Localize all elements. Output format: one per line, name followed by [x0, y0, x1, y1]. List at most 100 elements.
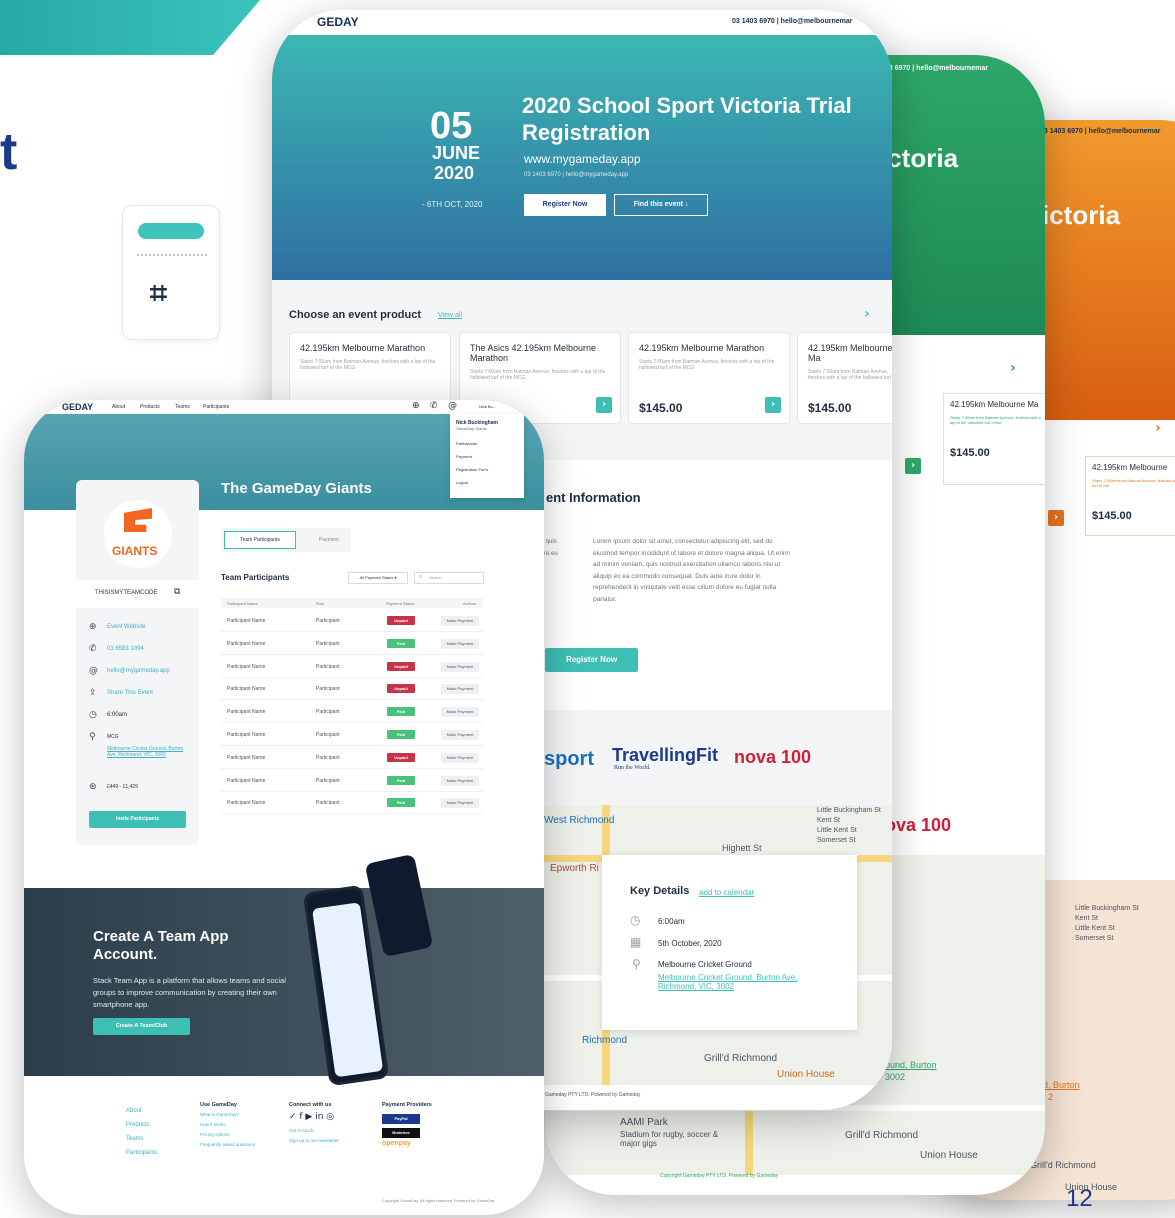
- copy-icon[interactable]: ⧉: [174, 587, 180, 597]
- nav-teams[interactable]: Teams: [175, 404, 190, 410]
- product-card-4[interactable]: 42.195km Melbourne Ma Starts 7:00am from…: [797, 332, 892, 424]
- footer-link[interactable]: Products: [126, 1118, 157, 1132]
- green-contact: 03 6970 | hello@melbournemar: [885, 65, 988, 72]
- main-contact: 03 1403 6970 | hello@melbournemar: [732, 18, 853, 25]
- footer-link[interactable]: Pricing options: [200, 1130, 255, 1140]
- footer-col-1: About Products Teams Participants: [126, 1104, 157, 1160]
- register-button[interactable]: Register Now: [524, 194, 606, 216]
- team-code[interactable]: THISISMYTEAMCODE: [95, 590, 157, 596]
- make-payment-button[interactable]: Make Payment: [441, 707, 479, 718]
- make-payment-button[interactable]: Make Payment: [441, 752, 479, 763]
- payment-status-filter[interactable]: All Payment Status ▾: [348, 572, 408, 584]
- table-row: Participant Name Participant Unpaid Make Pa…: [221, 678, 483, 701]
- venue-address-link[interactable]: Melbourne Cricket Ground, Burton Ave, Ri…: [658, 973, 808, 991]
- make-payment-button[interactable]: Make Payment: [441, 798, 479, 809]
- footer-link[interactable]: Frequently asked questions: [200, 1140, 255, 1150]
- event-url[interactable]: www.mygameday.app: [524, 152, 641, 166]
- nav-about[interactable]: About: [112, 404, 125, 410]
- openpay-logo: openpay: [382, 1140, 411, 1147]
- footer-link[interactable]: Participants: [126, 1146, 157, 1160]
- globe-icon[interactable]: ⊕: [412, 401, 420, 411]
- invite-participants-button[interactable]: Invite Participants: [89, 811, 186, 828]
- tab-team-participants[interactable]: Team Participants: [224, 531, 296, 549]
- table-row: Participant Name Participant Paid Make Paym…: [221, 633, 483, 655]
- menu-logout[interactable]: Logout: [456, 480, 518, 485]
- sponsor-sport: sport: [544, 748, 594, 770]
- phone-icon[interactable]: ✆: [430, 401, 438, 411]
- nav-participants[interactable]: Participants: [203, 404, 229, 410]
- event-description: Lorem ipsum dolor sit amet, consectetur …: [593, 538, 790, 603]
- venue-link[interactable]: Melbourne Cricket Ground, Burton Ave, Ri…: [107, 746, 187, 758]
- search-input[interactable]: ⌕ Search: [414, 572, 484, 584]
- make-payment-button[interactable]: Make Payment: [441, 616, 479, 626]
- footer-link[interactable]: About: [126, 1104, 157, 1118]
- side-item[interactable]: ⊕ Event Website: [89, 622, 194, 636]
- menu-participants[interactable]: Participants: [456, 441, 518, 446]
- find-event-button[interactable]: Find this event ↓: [614, 194, 708, 216]
- product-card-3[interactable]: 42.195km Melbourne Marathon Starts 7:00a…: [628, 332, 790, 424]
- tab-payment[interactable]: Payment: [319, 537, 339, 543]
- make-payment-button[interactable]: Make Payment: [441, 775, 479, 786]
- club-logo: GIANTS: [104, 500, 172, 568]
- side-item[interactable]: @ hello@mygameday.app: [89, 666, 194, 680]
- card-price: $145.00: [950, 447, 990, 459]
- status-badge: Unpaid: [387, 661, 415, 671]
- orange-hero-title: ictoria: [1042, 200, 1121, 230]
- footer-col-2: Use GameDay What is GameDay? How it work…: [200, 1102, 255, 1150]
- side-item[interactable]: ⇪ Share This Event: [89, 688, 194, 702]
- chevron-right-icon[interactable]: ›: [1155, 420, 1161, 436]
- make-payment-button[interactable]: Make Payment: [441, 730, 479, 740]
- green-card[interactable]: 42.195km Melbourne Ma Starts 7:00am from…: [943, 393, 1045, 485]
- date-month: JUNE: [432, 143, 481, 163]
- add-to-calendar-link[interactable]: add to calendar: [699, 888, 754, 897]
- qr-scan-icon: ⌗: [150, 276, 167, 311]
- date-year: 2020: [434, 163, 475, 183]
- side-item: ⊛ £449 - £1,429: [89, 782, 138, 792]
- make-payment-button[interactable]: Make Payment: [441, 684, 479, 695]
- mockup-team: GEDAY About Products Teams Participants …: [24, 400, 544, 1215]
- pin-icon: ⚲: [632, 957, 641, 971]
- status-badge: Paid: [387, 707, 415, 717]
- team-copyright: Copyright GameDay. All rights reserved. …: [382, 1198, 495, 1203]
- detail-time: 6:00am: [658, 917, 685, 926]
- orange-go-button[interactable]: ›: [1048, 510, 1064, 526]
- green-go-button[interactable]: ›: [905, 458, 921, 474]
- gameday-logo[interactable]: GEDAY: [317, 15, 359, 29]
- side-item[interactable]: ✆ 03 6583 1094: [89, 644, 194, 658]
- choose-heading: Choose an event product: [289, 309, 422, 321]
- footer-col-4: Payment Providers PayPal Braintree openp…: [382, 1102, 432, 1147]
- go-button[interactable]: ›: [765, 397, 781, 413]
- table-row: Participant Name Participant Paid Make Paym…: [221, 770, 483, 792]
- chevron-right-icon[interactable]: ›: [864, 306, 870, 322]
- at-icon[interactable]: @: [448, 401, 457, 411]
- braintree-logo: Braintree: [382, 1128, 420, 1138]
- event-info-heading: ent Information: [546, 490, 641, 505]
- sponsor-tagline: Run the World.: [614, 765, 651, 771]
- make-payment-button[interactable]: Make Payment: [441, 638, 479, 649]
- card-desc: Starts 7:00am from Batman Avenue, finish…: [1092, 478, 1175, 488]
- footer-link[interactable]: Sign up to our newsletter: [289, 1136, 339, 1146]
- user-dropdown: Nick Buckingham GameDay Giants Participa…: [450, 414, 524, 498]
- footer-link[interactable]: What is GameDay?: [200, 1110, 255, 1120]
- footer-link[interactable]: Get in touch: [289, 1126, 339, 1136]
- table-row: Participant Name Participant Paid Make Paym…: [221, 792, 483, 815]
- user-menu[interactable]: Nick Bu...: [479, 404, 496, 409]
- make-payment-button[interactable]: Make Payment: [441, 661, 479, 672]
- view-all-link[interactable]: View all: [438, 312, 462, 319]
- footer-link[interactable]: Teams: [126, 1132, 157, 1146]
- team-title: The GameDay Giants: [221, 480, 372, 497]
- menu-payment[interactable]: Payment: [456, 454, 518, 459]
- social-icons[interactable]: ✓ f ▶ in ◎: [289, 1112, 339, 1122]
- footer-link[interactable]: How it works: [200, 1120, 255, 1130]
- orange-card[interactable]: 42.195km Melbourne Starts 7:00am from Ba…: [1085, 456, 1175, 536]
- ticket-perforation: [137, 254, 207, 256]
- menu-registration[interactable]: Registration Form: [456, 467, 518, 472]
- gameday-logo[interactable]: GEDAY: [62, 402, 93, 412]
- register-now-button[interactable]: Register Now: [545, 648, 638, 672]
- chevron-right-icon[interactable]: ›: [1010, 360, 1016, 376]
- status-badge: Unpaid: [387, 616, 415, 625]
- create-team-button[interactable]: Create A Team/Club: [93, 1018, 190, 1035]
- nav-products[interactable]: Products: [140, 404, 160, 410]
- go-button[interactable]: ›: [596, 397, 612, 413]
- status-badge: Unpaid: [387, 684, 415, 694]
